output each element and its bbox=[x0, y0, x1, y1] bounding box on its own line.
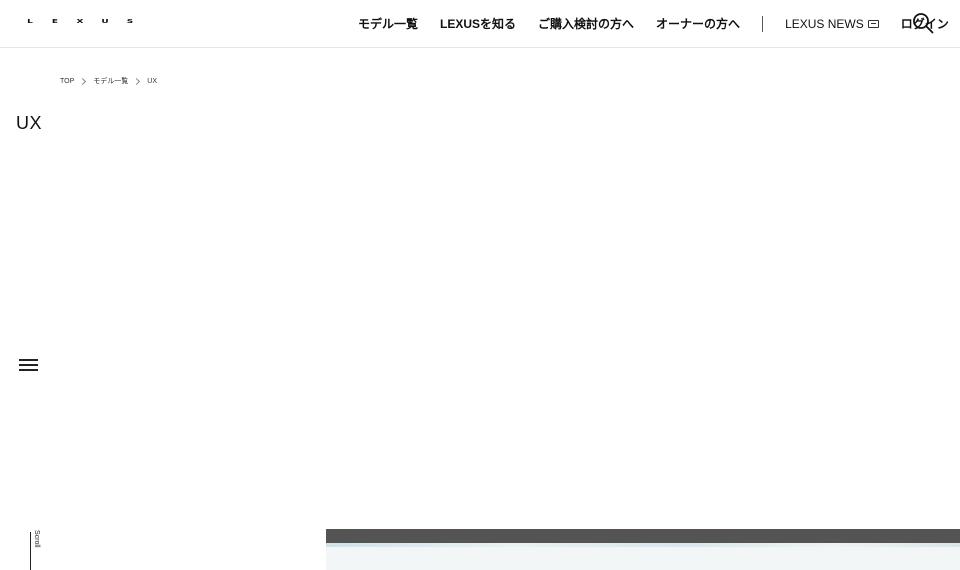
scroll-line bbox=[30, 532, 31, 570]
breadcrumb: TOP モデル一覧 UX bbox=[60, 76, 157, 86]
chevron-right-icon bbox=[133, 77, 141, 85]
logo-letter: S bbox=[126, 19, 134, 25]
hero-image-lower bbox=[326, 547, 960, 570]
hero-image bbox=[326, 529, 960, 570]
breadcrumb-top[interactable]: TOP bbox=[60, 78, 74, 85]
site-header: L E X U S モデル一覧 LEXUSを知る ご購入検討の方へ オーナーの方… bbox=[0, 0, 960, 48]
nav-item-owners[interactable]: オーナーの方へ bbox=[656, 15, 740, 32]
lexus-logo[interactable]: L E X U S bbox=[26, 19, 134, 25]
hero-image-dark-band bbox=[326, 529, 960, 543]
hamburger-menu-icon bbox=[19, 364, 38, 366]
chevron-right-icon bbox=[79, 77, 87, 85]
hamburger-menu-button[interactable] bbox=[19, 358, 39, 371]
lexus-news-link[interactable]: LEXUS NEWS bbox=[785, 17, 879, 31]
global-nav: モデル一覧 LEXUSを知る ご購入検討の方へ オーナーの方へ LEXUS NE… bbox=[358, 15, 949, 32]
breadcrumb-current: UX bbox=[147, 77, 157, 85]
page-title: UX bbox=[16, 113, 43, 133]
logo-letter: E bbox=[51, 19, 59, 25]
hamburger-menu-icon bbox=[19, 369, 38, 371]
nav-item-models[interactable]: モデル一覧 bbox=[358, 15, 418, 32]
nav-item-about-lexus[interactable]: LEXUSを知る bbox=[440, 15, 516, 32]
scroll-label: Scroll bbox=[33, 530, 40, 548]
logo-letter: L bbox=[27, 19, 33, 25]
breadcrumb-models[interactable]: モデル一覧 bbox=[93, 76, 128, 86]
logo-letter: U bbox=[101, 19, 109, 25]
logo-letter: X bbox=[76, 19, 84, 25]
lexus-news-label: LEXUS NEWS bbox=[785, 16, 864, 31]
nav-item-purchase[interactable]: ご購入検討の方へ bbox=[538, 15, 634, 32]
search-button[interactable] bbox=[912, 12, 934, 34]
news-window-icon bbox=[867, 19, 879, 28]
hamburger-menu-icon bbox=[19, 359, 38, 361]
search-icon bbox=[913, 13, 934, 34]
nav-divider bbox=[762, 15, 764, 32]
scroll-indicator: Scroll bbox=[26, 530, 40, 570]
